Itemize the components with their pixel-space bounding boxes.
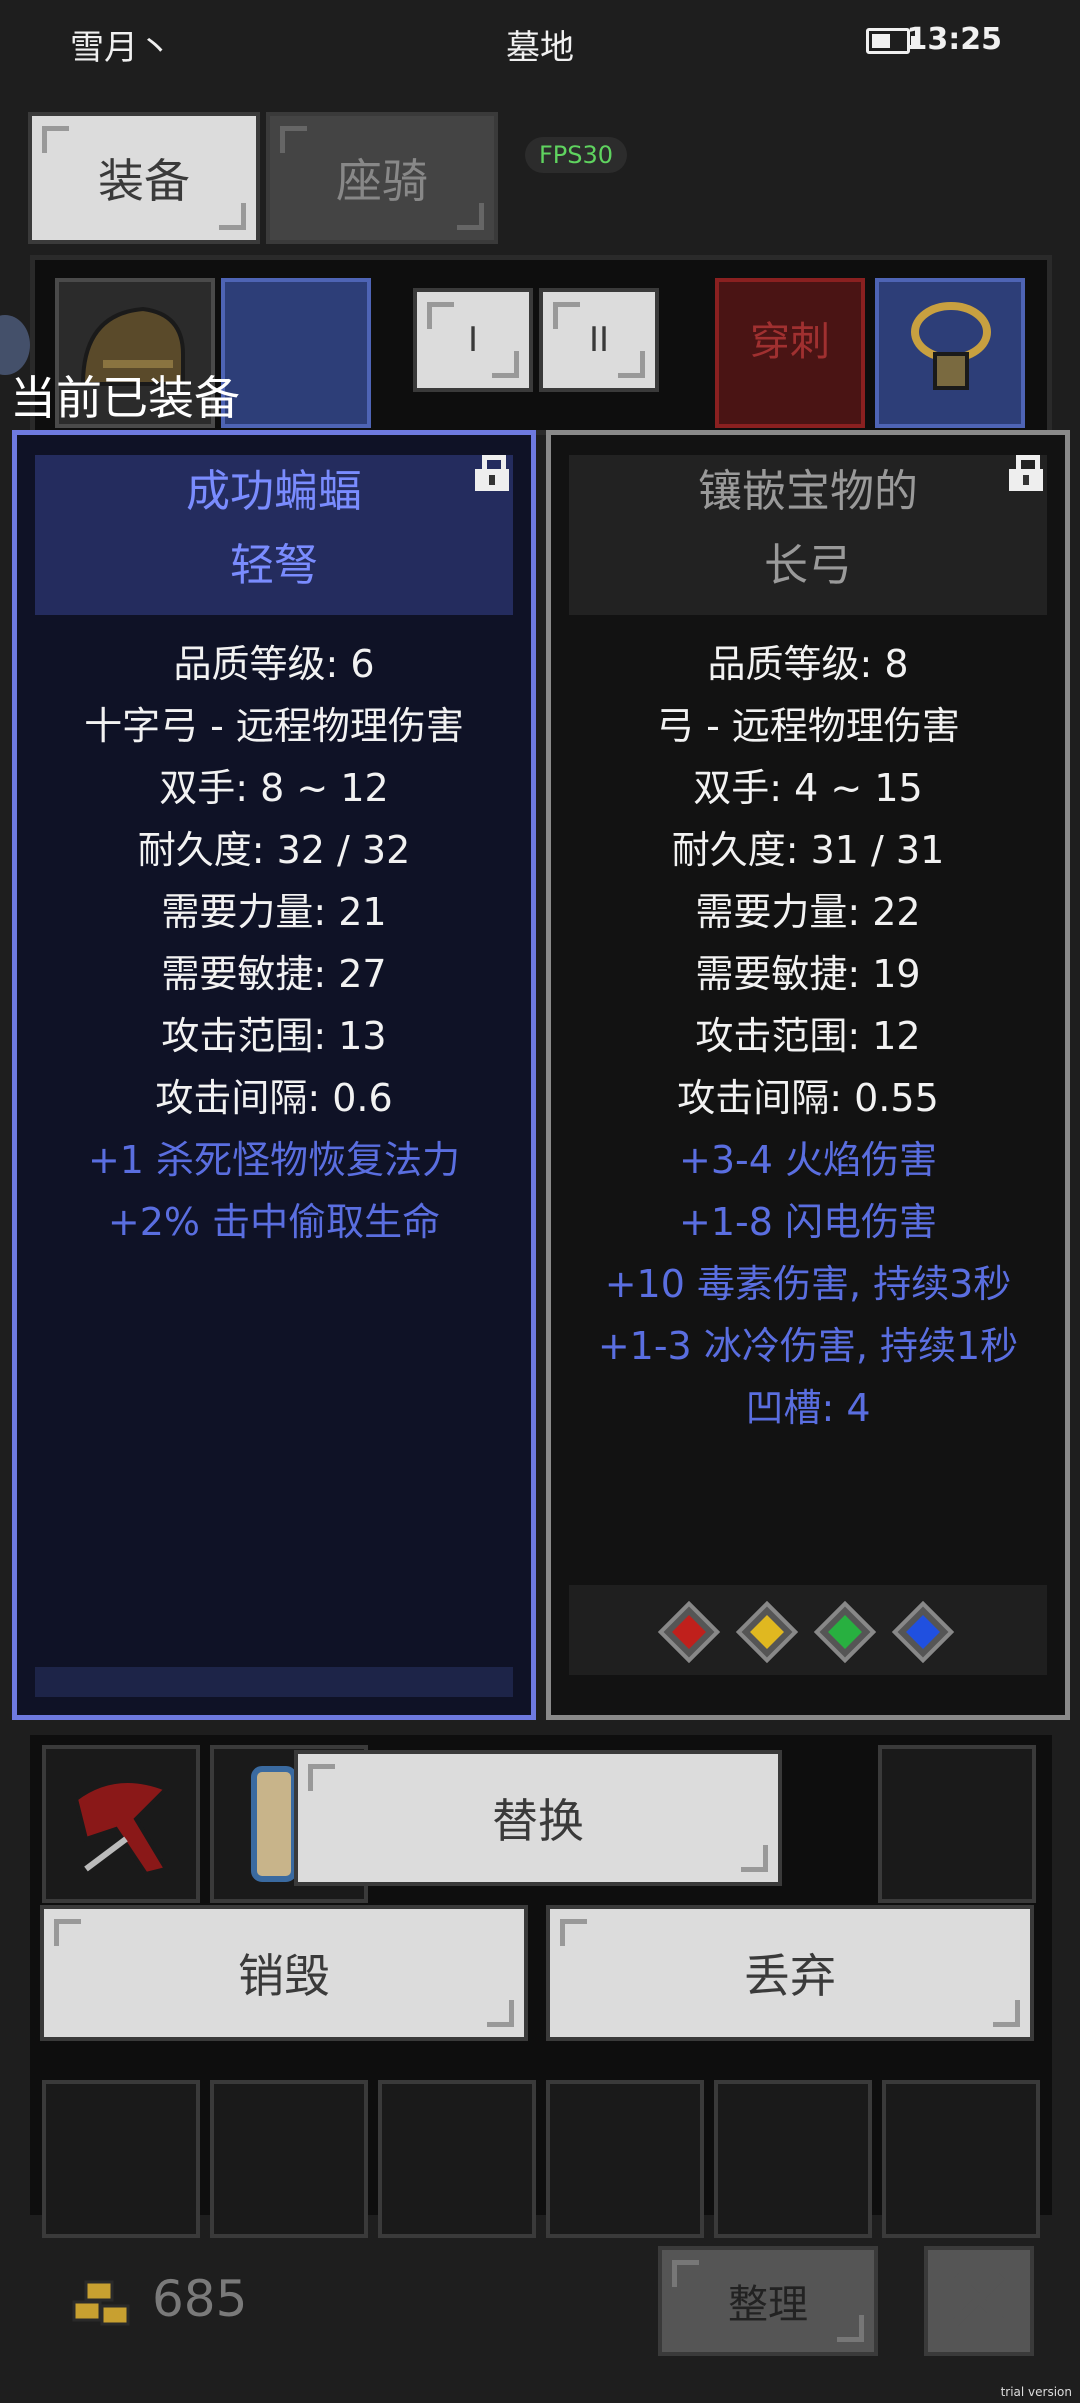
item-title-line2: 轻弩 [230,540,318,591]
weapon-set-1-label: I [467,320,479,360]
crossbow-icon [73,1779,170,1877]
mod-line: +1-3 冰冷伤害, 持续1秒 [597,1324,1019,1368]
item-title-line2: 长弓 [764,540,852,591]
stat-line: 双手: 8 ~ 12 [159,766,389,810]
drop-button[interactable]: 丢弃 [546,1905,1034,2041]
stat-line: 攻击范围: 13 [161,1014,387,1058]
item-title-box: 成功蝙蝠 轻弩 [35,455,513,615]
weapon-set-1-button[interactable]: I [413,288,533,392]
replace-label: 替换 [492,1794,584,1848]
weapon-set-2-button[interactable]: II [539,288,659,392]
sort-button[interactable]: 整理 [658,2246,878,2356]
stat-line: 攻击范围: 12 [695,1014,921,1058]
mod-line: +3-4 火焰伤害 [679,1138,937,1182]
mod-line: +2% 击中偷取生命 [107,1200,441,1244]
weapon-set-2-label: II [588,320,610,360]
stat-line: 需要敏捷: 27 [161,952,387,996]
mod-line: +1-8 闪电伤害 [679,1200,937,1244]
inventory-slot[interactable] [714,2080,872,2238]
battery-icon [866,28,915,54]
drop-label: 丢弃 [744,1949,836,2003]
gold-amount: 685 [152,2270,248,2328]
stat-line: 品质等级: 6 [173,642,375,686]
destroy-button[interactable]: 销毁 [40,1905,528,2041]
inventory-slot-crossbow[interactable] [42,1745,200,1903]
mod-line: 凹槽: 4 [745,1386,871,1430]
destroy-label: 销毁 [238,1949,330,2003]
skill-slot[interactable]: 穿刺 [715,278,865,428]
stat-line: 双手: 4 ~ 15 [693,766,923,810]
equipped-item-card: 成功蝙蝠 轻弩 品质等级: 6 十字弓 - 远程物理伤害 双手: 8 ~ 12 … [12,430,536,1720]
tab-mount[interactable]: 座骑 [266,112,498,244]
item-stats: 品质等级: 6 十字弓 - 远程物理伤害 双手: 8 ~ 12 耐久度: 32 … [17,633,531,1253]
close-icon: ✕ [941,2248,1017,2354]
stat-line: 攻击间隔: 0.55 [677,1076,939,1120]
close-button[interactable]: ✕ [924,2246,1034,2356]
item-title-box: 镶嵌宝物的 长弓 [569,455,1047,615]
socket-bar [569,1585,1047,1675]
compared-item-card: 镶嵌宝物的 长弓 品质等级: 8 弓 - 远程物理伤害 双手: 4 ~ 15 耐… [546,430,1070,1720]
inventory-slot[interactable] [546,2080,704,2238]
blue-gem-icon [891,1600,955,1664]
stat-line: 十字弓 - 远程物理伤害 [84,704,464,748]
tab-equipment[interactable]: 装备 [28,112,260,244]
inventory-slot[interactable] [42,2080,200,2238]
sort-label: 整理 [728,2282,808,2328]
clock: 13:25 [906,22,1003,57]
amulet-slot[interactable] [875,278,1025,428]
replace-button[interactable]: 替换 [294,1750,782,1886]
item-title-line1: 成功蝙蝠 [186,466,362,517]
amulet-icon [911,302,991,390]
inventory-slot[interactable] [378,2080,536,2238]
item-title-line1: 镶嵌宝物的 [698,466,918,517]
stat-line: 需要力量: 22 [695,890,921,934]
red-gem-icon [657,1600,721,1664]
fps-counter: FPS30 [525,137,628,173]
lock-icon[interactable] [1009,455,1043,491]
stat-line: 弓 - 远程物理伤害 [656,704,960,748]
inventory-slot[interactable] [882,2080,1040,2238]
tab-equipment-label: 装备 [98,154,190,208]
item-stats: 品质等级: 8 弓 - 远程物理伤害 双手: 4 ~ 15 耐久度: 31 / … [551,633,1065,1439]
skill-slot-label: 穿刺 [750,319,830,365]
stat-line: 耐久度: 32 / 32 [137,828,411,872]
yellow-gem-icon [735,1600,799,1664]
stat-line: 攻击间隔: 0.6 [155,1076,393,1120]
green-gem-icon [813,1600,877,1664]
stat-line: 需要力量: 21 [161,890,387,934]
stat-line: 品质等级: 8 [707,642,909,686]
watermark: trial version [1000,2385,1072,2399]
tab-mount-label: 座骑 [336,154,428,208]
weapon-slot[interactable] [221,278,371,428]
inventory-slot[interactable] [210,2080,368,2238]
stat-line: 耐久度: 31 / 31 [671,828,945,872]
card-footer [35,1667,513,1697]
mod-line: +1 杀死怪物恢复法力 [87,1138,461,1182]
status-bar: 雪月丶 墓地 13:25 [0,0,1080,86]
mod-line: +10 毒素伤害, 持续3秒 [604,1262,1012,1306]
gold-coins-icon [72,2280,130,2326]
inventory-slot[interactable] [878,1745,1036,1903]
currently-equipped-label: 当前已装备 [10,371,240,425]
stat-line: 需要敏捷: 19 [695,952,921,996]
lock-icon[interactable] [475,455,509,491]
